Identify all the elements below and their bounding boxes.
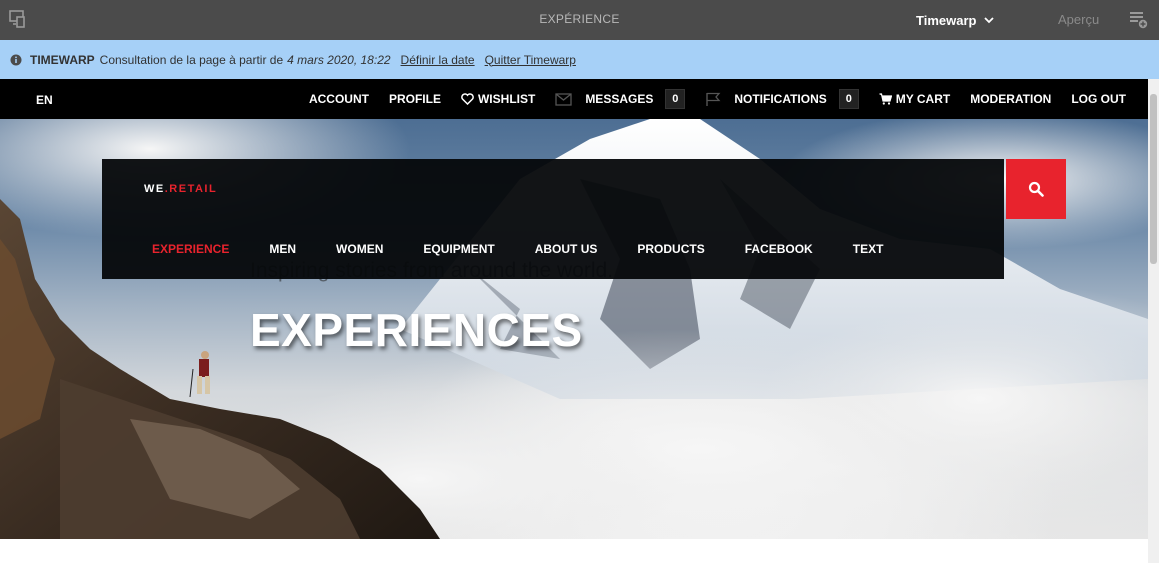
- moderation-link[interactable]: MODERATION: [970, 92, 1051, 106]
- cart-label: MY CART: [895, 92, 951, 106]
- flag-icon: [706, 92, 721, 106]
- wishlist-link[interactable]: WISHLIST: [461, 92, 535, 106]
- user-nav: ACCOUNT PROFILE WISHLIST MESSAGES 0 NOTI…: [289, 79, 1126, 119]
- timewarp-description: Consultation de la page à partir de: [99, 52, 284, 67]
- timewarp-date: 4 mars 2020, 18:22: [287, 52, 391, 67]
- messages-count-badge: 0: [665, 89, 686, 109]
- search-button[interactable]: [1006, 159, 1066, 219]
- logout-label: LOG OUT: [1071, 92, 1126, 106]
- page-scrollbar[interactable]: [1148, 79, 1159, 563]
- search-icon: [1028, 181, 1044, 197]
- nav-item-women[interactable]: WOMEN: [336, 242, 383, 256]
- notifications-link[interactable]: NOTIFICATIONS 0: [705, 89, 859, 109]
- timewarp-info-bar: TIMEWARP Consultation de la page à parti…: [0, 40, 1159, 79]
- timewarp-mode-menu[interactable]: Timewarp: [916, 11, 995, 29]
- timewarp-label: TIMEWARP: [30, 52, 95, 67]
- nav-item-facebook[interactable]: FACEBOOK: [745, 242, 813, 256]
- nav-item-text[interactable]: TEXT: [853, 242, 884, 256]
- messages-label: MESSAGES: [585, 92, 654, 106]
- main-nav-menu: EXPERIENCE MEN WOMEN EQUIPMENT ABOUT US …: [152, 242, 923, 256]
- page-content-area: [0, 539, 1148, 563]
- preview-button[interactable]: Aperçu: [1058, 12, 1099, 27]
- nav-item-products[interactable]: PRODUCTS: [637, 242, 704, 256]
- scrollbar-thumb[interactable]: [1150, 94, 1157, 264]
- nav-item-about-us[interactable]: ABOUT US: [535, 242, 598, 256]
- notifications-label: NOTIFICATIONS: [734, 92, 827, 106]
- notifications-count-badge: 0: [838, 89, 859, 109]
- hiker-figure: [189, 351, 210, 398]
- timewarp-mode-label: Timewarp: [916, 12, 977, 28]
- site-header: EN ACCOUNT PROFILE WISHLIST MESSAGES 0 N…: [0, 79, 1148, 119]
- main-nav-panel: WE.RETAIL EXPERIENCE MEN WOMEN EQUIPMENT…: [102, 159, 1004, 279]
- envelope-icon: [555, 92, 572, 106]
- set-date-link[interactable]: Définir la date: [401, 53, 475, 67]
- profile-label: PROFILE: [388, 92, 441, 106]
- annotations-icon[interactable]: [1129, 11, 1148, 29]
- account-label: ACCOUNT: [308, 92, 369, 106]
- messages-link[interactable]: MESSAGES 0: [555, 89, 686, 109]
- heart-icon: [461, 93, 474, 105]
- account-link[interactable]: ACCOUNT: [309, 92, 369, 106]
- wishlist-label: WISHLIST: [477, 92, 536, 106]
- brand-prefix: WE: [144, 183, 165, 195]
- cart-icon: [879, 93, 892, 105]
- chevron-down-icon: [984, 17, 995, 24]
- moderation-label: MODERATION: [970, 92, 1052, 106]
- brand-logo[interactable]: WE.RETAIL: [144, 183, 217, 195]
- exit-timewarp-link[interactable]: Quitter Timewarp: [485, 53, 576, 67]
- brand-suffix: RETAIL: [169, 183, 218, 195]
- nav-item-men[interactable]: MEN: [269, 242, 296, 256]
- profile-link[interactable]: PROFILE: [389, 92, 441, 106]
- nav-item-experience[interactable]: EXPERIENCE: [152, 242, 229, 256]
- editor-toolbar: EXPÉRIENCE Timewarp Aperçu: [0, 0, 1159, 40]
- nav-item-equipment[interactable]: EQUIPMENT: [423, 242, 494, 256]
- cart-link[interactable]: MY CART: [879, 92, 950, 106]
- language-selector[interactable]: EN: [36, 93, 53, 107]
- hero-headline: EXPERIENCES: [250, 304, 583, 356]
- info-icon: [10, 54, 22, 65]
- logout-link[interactable]: LOG OUT: [1071, 92, 1126, 106]
